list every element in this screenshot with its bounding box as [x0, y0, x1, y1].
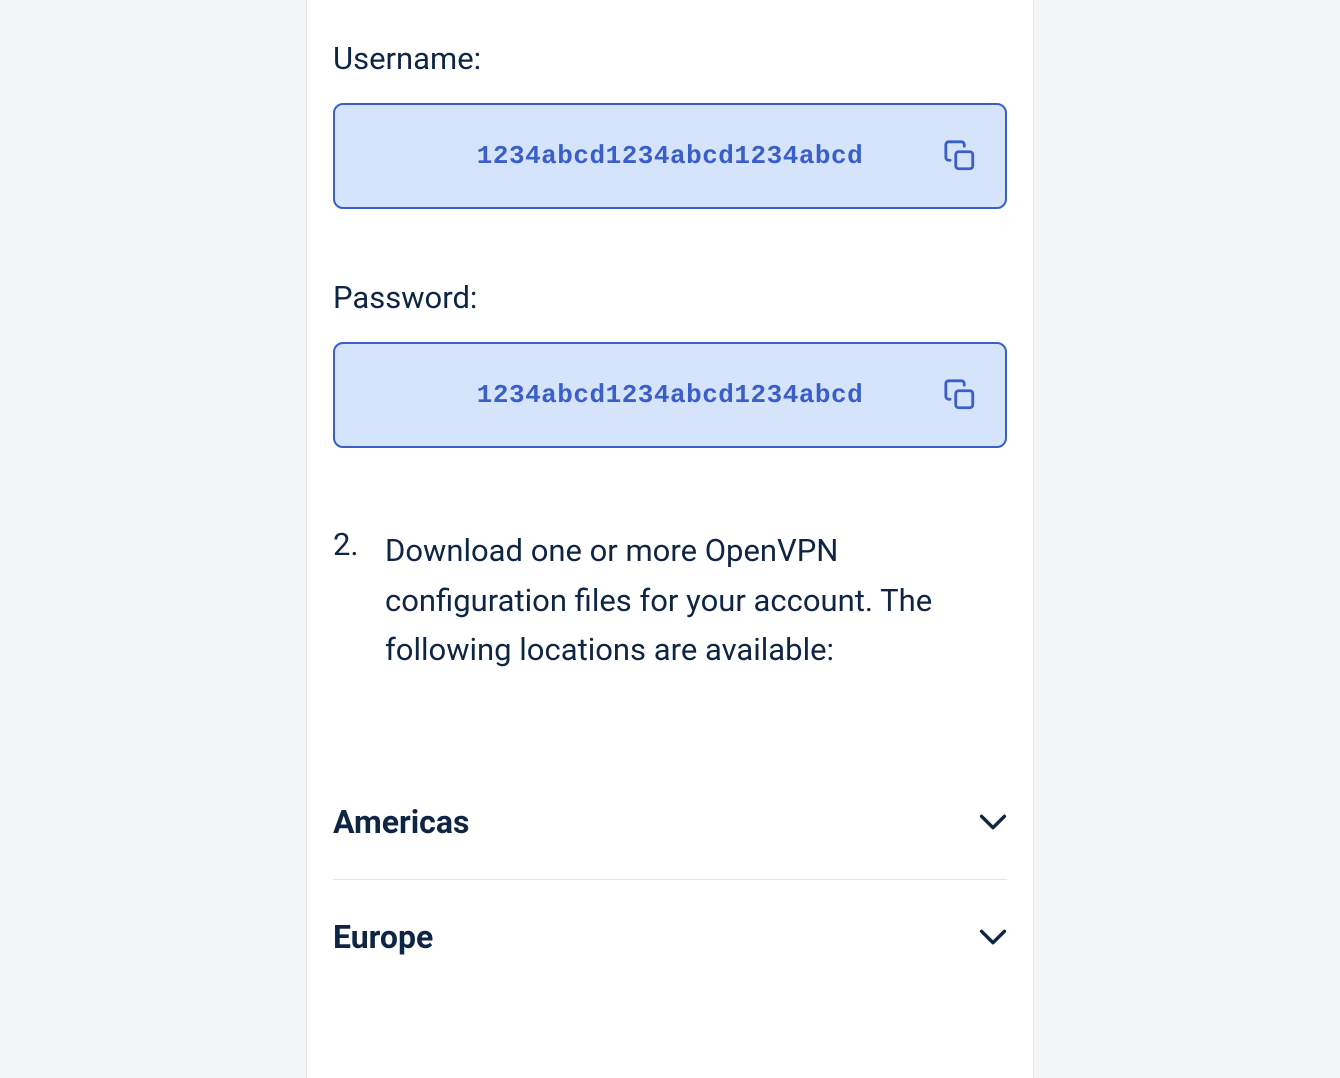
accordion-title-europe: Europe: [333, 918, 433, 956]
chevron-down-icon: [979, 923, 1007, 951]
password-label: Password:: [333, 279, 1007, 316]
chevron-down-icon: [979, 808, 1007, 836]
password-box: 1234abcd1234abcd1234abcd: [333, 342, 1007, 448]
step-text: Download one or more OpenVPN configurati…: [385, 526, 1007, 675]
username-box: 1234abcd1234abcd1234abcd: [333, 103, 1007, 209]
accordion-americas[interactable]: Americas: [333, 765, 1007, 880]
copy-password-button[interactable]: [943, 378, 977, 412]
username-value: 1234abcd1234abcd1234abcd: [477, 141, 863, 171]
username-label: Username:: [333, 40, 1007, 77]
copy-username-button[interactable]: [943, 139, 977, 173]
content-card: Username: 1234abcd1234abcd1234abcd Passw…: [306, 0, 1034, 1078]
step-2: 2. Download one or more OpenVPN configur…: [333, 526, 1007, 675]
accordion-title-americas: Americas: [333, 803, 469, 841]
step-number: 2.: [333, 526, 367, 675]
password-value: 1234abcd1234abcd1234abcd: [477, 380, 863, 410]
copy-icon: [943, 378, 977, 412]
accordion-europe[interactable]: Europe: [333, 880, 1007, 1016]
copy-icon: [943, 139, 977, 173]
